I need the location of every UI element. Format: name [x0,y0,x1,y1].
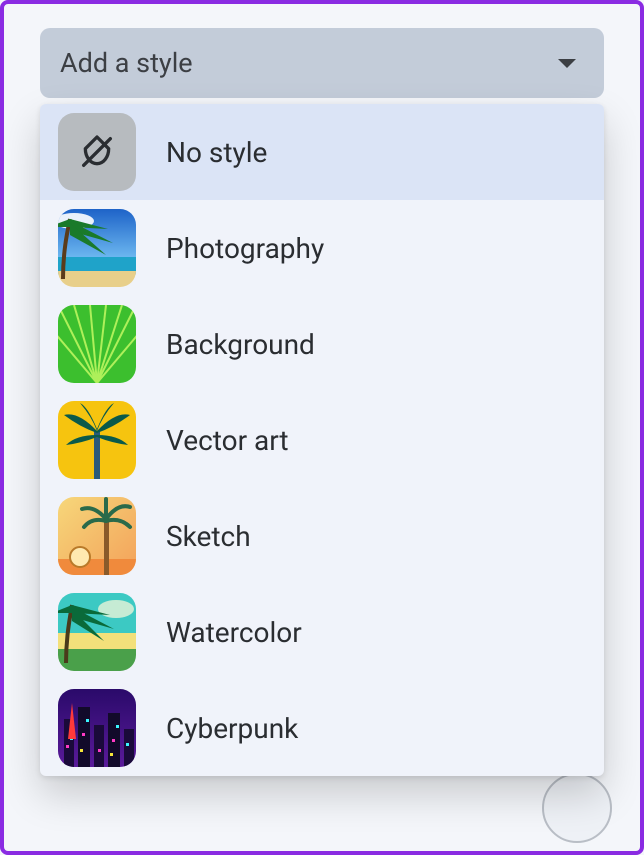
style-option-label: No style [166,136,267,169]
chevron-down-icon [558,59,576,68]
style-option-watercolor[interactable]: Watercolor [40,584,604,680]
style-option-sketch[interactable]: Sketch [40,488,604,584]
no-style-icon [58,113,136,191]
style-option-label: Background [166,328,315,361]
background-circle-button[interactable] [542,773,612,843]
style-option-no-style[interactable]: No style [40,104,604,200]
cyberpunk-thumb-icon [58,689,136,767]
style-option-label: Watercolor [166,616,302,649]
style-dropdown-list: No style [40,104,604,776]
sketch-thumb-icon [58,497,136,575]
style-dropdown-trigger[interactable]: Add a style [40,28,604,98]
style-option-photography[interactable]: Photography [40,200,604,296]
watercolor-thumb-icon [58,593,136,671]
style-dropdown-label: Add a style [60,47,193,79]
style-option-background[interactable]: Background [40,296,604,392]
style-option-label: Vector art [166,424,289,457]
style-option-label: Sketch [166,520,251,553]
style-option-vector-art[interactable]: Vector art [40,392,604,488]
vector-art-thumb-icon [58,401,136,479]
style-option-label: Cyberpunk [166,712,298,745]
style-option-label: Photography [166,232,324,265]
background-thumb-icon [58,305,136,383]
style-option-cyberpunk[interactable]: Cyberpunk [40,680,604,776]
photography-thumb-icon [58,209,136,287]
